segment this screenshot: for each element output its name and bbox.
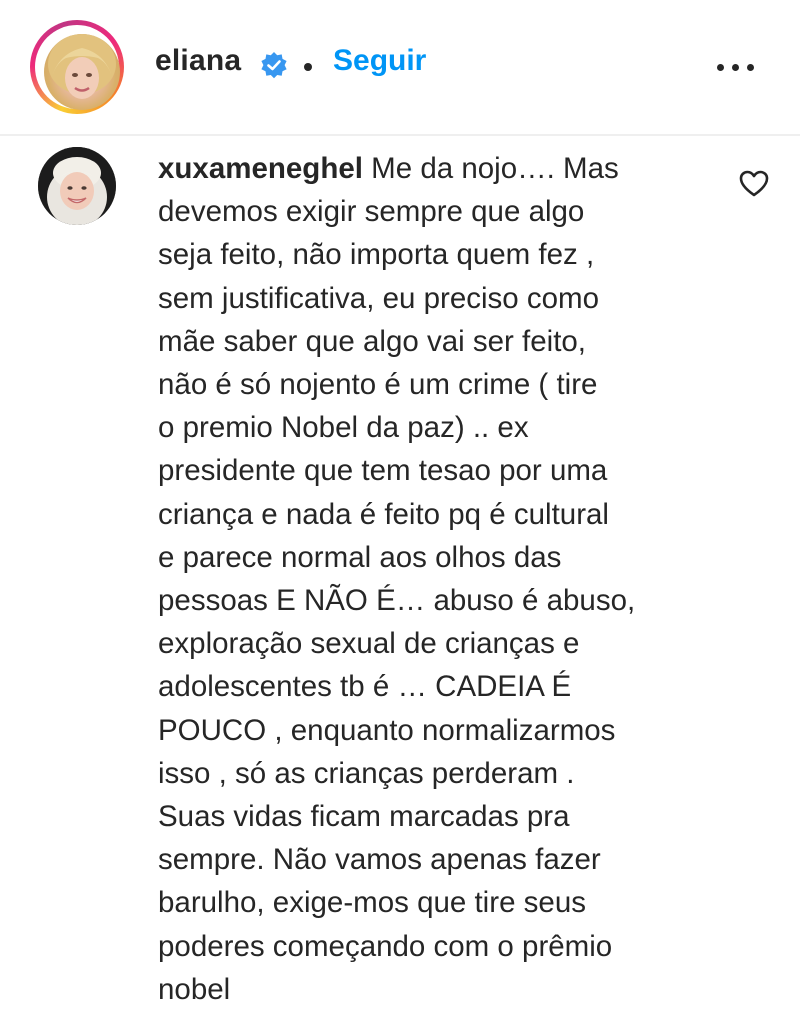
commenter-avatar[interactable]	[38, 147, 116, 225]
comment-body: xuxameneghel Me da nojo…. Mas devemos exi…	[158, 147, 718, 1011]
post-header: eliana Seguir	[0, 0, 800, 136]
verified-badge-icon	[261, 52, 287, 79]
comment-line: isso , só as crianças perderam .	[158, 756, 575, 790]
comment-line: barulho, exige-mos que tire seus	[158, 886, 586, 920]
post-author-username[interactable]: eliana	[155, 44, 241, 78]
comment-line: sem justificativa, eu preciso como	[158, 281, 600, 315]
comment-line: exploração sexual de crianças e	[158, 627, 580, 661]
comment-line: seja feito, não importa quem fez ,	[158, 238, 595, 272]
comment-line: Me da nojo…. Mas	[362, 152, 619, 185]
avatar-image	[48, 34, 116, 99]
comment-line: presidente que tem tesao por uma	[158, 454, 608, 488]
like-heart-icon[interactable]	[738, 168, 770, 198]
avatar[interactable]	[44, 34, 120, 110]
comment-line: o premio Nobel da paz) .. ex	[158, 411, 529, 445]
more-options-icon[interactable]	[712, 50, 758, 84]
story-ring[interactable]	[30, 20, 124, 114]
follow-button[interactable]: Seguir	[333, 44, 426, 78]
comment-line: mãe saber que algo vai ser feito,	[158, 324, 586, 358]
comment-line: POUCO , enquanto normalizarmos	[158, 713, 616, 747]
comment-line: nobel	[158, 972, 231, 1006]
comment-line: adolescentes tb é … CADEIA É	[158, 670, 572, 704]
comment-line: não é só nojento é um crime ( tire	[158, 368, 598, 402]
comment-line: pessoas E NÃO É… abuso é abuso,	[158, 584, 636, 618]
comment-line: poderes começando com o prêmio	[158, 929, 613, 963]
comment-line: sempre. Não vamos apenas fazer	[158, 843, 601, 877]
comment-line: e parece normal aos olhos das	[158, 540, 562, 574]
comment-author-username[interactable]: xuxameneghel	[158, 152, 363, 185]
separator-dot	[304, 63, 312, 71]
comment-line: criança e nada é feito pq é cultural	[158, 497, 609, 531]
comment-line: Suas vidas ficam marcadas pra	[158, 800, 570, 834]
commenter-avatar-image	[38, 147, 116, 225]
comment-line: devemos exigir sempre que algo	[158, 195, 585, 229]
